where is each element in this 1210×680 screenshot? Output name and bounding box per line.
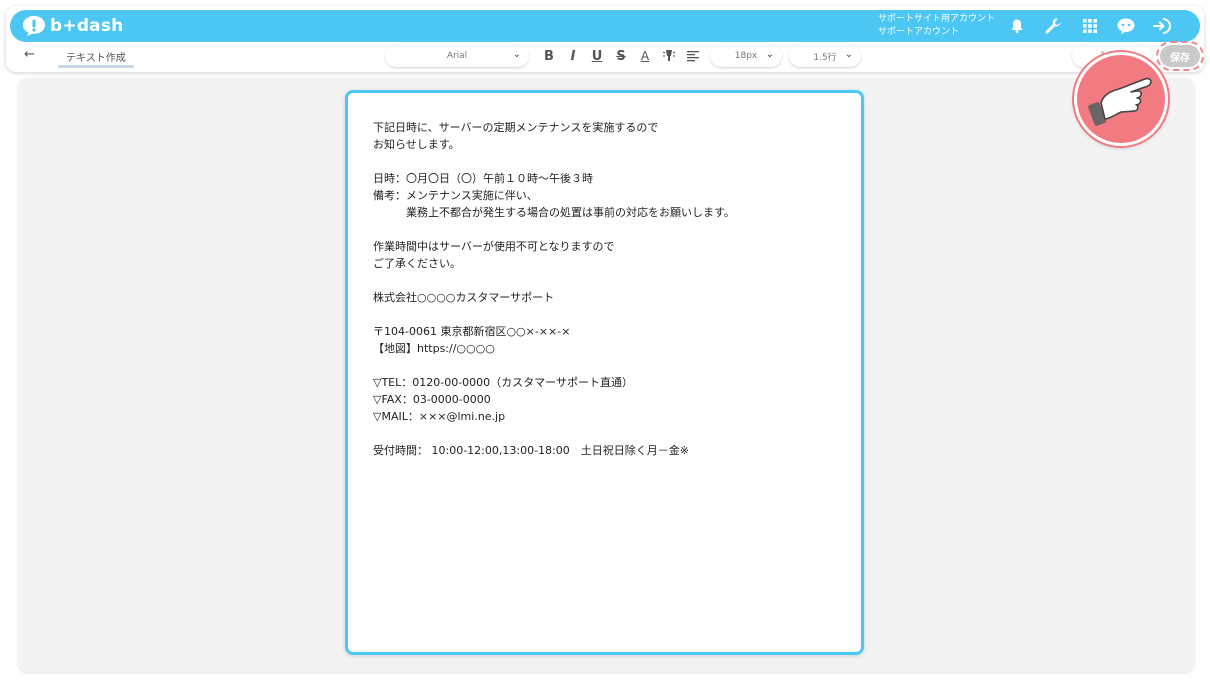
document-line	[373, 221, 843, 238]
font-size-value: 18px	[734, 51, 758, 61]
document-line: 【地図】https://○○○○	[373, 342, 495, 355]
logout-icon[interactable]	[1152, 16, 1172, 36]
document-line: 備考：メンテナンス実施に伴い、	[373, 189, 538, 202]
font-family-value: Arial	[446, 51, 468, 61]
app-logo[interactable]: b+dash	[22, 14, 123, 38]
speech-bubble-logo-icon	[22, 15, 46, 37]
document-line: ご了承ください。	[373, 257, 461, 270]
document-line	[373, 306, 843, 323]
chevron-down-icon: ⌄	[765, 49, 774, 60]
account-info[interactable]: サポートサイト用アカウント サポートアカウント	[878, 13, 995, 39]
font-family-select[interactable]: Arial ⌄	[385, 45, 529, 67]
wrench-icon[interactable]	[1043, 16, 1063, 36]
document-line: 〒104-0061 東京都新宿区○○×-××-×	[373, 325, 571, 338]
document-line: ▽MAIL：×××@lmi.ne.jp	[373, 410, 506, 423]
document-line: 業務上不都合が発生する場合の処置は事前の対応をお願いします。	[373, 206, 735, 219]
font-color-button[interactable]: A	[636, 46, 654, 66]
save-button[interactable]: 保存	[1156, 41, 1204, 71]
line-height-select[interactable]: 1.5行 ⌄	[789, 45, 861, 67]
bold-button[interactable]: B	[540, 46, 558, 66]
bell-icon[interactable]	[1007, 16, 1027, 36]
strikethrough-button[interactable]: S	[612, 46, 630, 66]
document-line: 日時：〇月〇日（〇）午前１０時～午後３時	[373, 172, 593, 185]
editor-toolbar: ← テキスト作成 Arial ⌄ B I U S A 18px ⌄ 1.5行 ⌄…	[10, 41, 1204, 71]
chevron-down-icon: ⌄	[844, 49, 853, 60]
document-line	[373, 357, 843, 374]
document-line: お知らせします。	[373, 138, 460, 151]
document-line: ▽FAX：03-0000-0000	[373, 393, 491, 406]
document-title[interactable]: テキスト作成	[58, 49, 134, 68]
text-align-icon[interactable]	[684, 46, 702, 66]
grid-menu-icon[interactable]	[1080, 16, 1100, 36]
document-line	[373, 272, 843, 289]
highlight-marker-icon[interactable]	[660, 46, 678, 66]
document-line: 株式会社○○○○カスタマーサポート	[373, 291, 555, 304]
chevron-down-icon: ⌄	[512, 49, 521, 60]
document-line: 受付時間： 10:00-12:00,13:00-18:00 土日祝日除く月－金※	[373, 444, 689, 457]
document-line: 下記日時に、サーバーの定期メンテナンスを実施するので	[373, 121, 659, 134]
document-body[interactable]: 下記日時に、サーバーの定期メンテナンスを実施するので お知らせします。日時：〇月〇…	[373, 119, 843, 459]
italic-button[interactable]: I	[564, 46, 582, 66]
top-navigation-bar: b+dash サポートサイト用アカウント サポートアカウント	[10, 10, 1200, 42]
font-size-select[interactable]: 18px ⌄	[710, 45, 782, 67]
line-height-value: 1.5行	[813, 52, 837, 63]
account-site-name: サポートサイト用アカウント	[878, 14, 996, 24]
back-arrow-icon[interactable]: ←	[24, 47, 35, 62]
text-editor-page[interactable]: 下記日時に、サーバーの定期メンテナンスを実施するので お知らせします。日時：〇月〇…	[345, 90, 864, 655]
document-line	[373, 425, 843, 442]
document-line: ▽TEL：0120-00-0000（カスタマーサポート直通）	[373, 376, 633, 389]
chat-robot-icon[interactable]	[1116, 16, 1136, 36]
pointing-hand-icon	[1074, 52, 1168, 146]
account-user-name: サポートアカウント	[878, 27, 960, 37]
logo-text: b+dash	[50, 16, 124, 36]
document-line	[373, 153, 843, 170]
underline-button[interactable]: U	[588, 46, 606, 66]
document-line: 作業時間中はサーバーが使用不可となりますので	[373, 240, 615, 253]
